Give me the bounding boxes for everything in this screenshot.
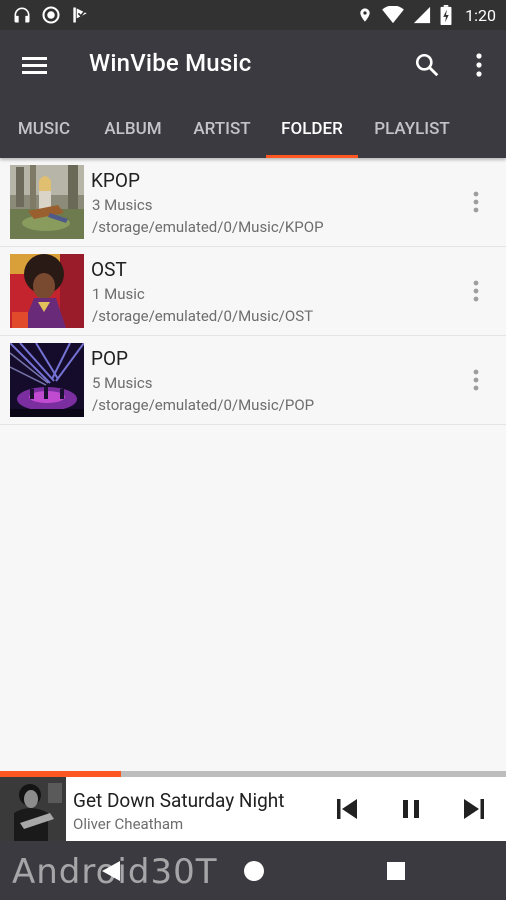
navigation-bar	[0, 841, 506, 900]
pause-icon[interactable]	[399, 797, 423, 825]
skip-next-icon[interactable]	[462, 797, 486, 825]
folder-path: /storage/emulated/0/Music/KPOP	[92, 218, 324, 236]
battery-charging-icon	[440, 5, 452, 25]
tab-label: FOLDER	[281, 119, 343, 139]
app-bar: WinVibe Music	[0, 30, 506, 100]
folder-count: 5 Musics	[92, 374, 153, 392]
home-icon[interactable]	[243, 860, 265, 886]
folder-thumbnail	[10, 254, 84, 328]
folder-row[interactable]: POP 5 Musics /storage/emulated/0/Music/P…	[0, 336, 506, 425]
folder-count: 3 Musics	[92, 196, 153, 214]
tab-artist[interactable]: ARTIST	[178, 100, 266, 158]
more-vert-icon[interactable]	[468, 190, 484, 214]
status-bar-right: 1:20	[357, 5, 496, 25]
skip-previous-icon[interactable]	[335, 797, 359, 825]
folder-name: OST	[91, 258, 127, 281]
folder-thumbnail	[10, 343, 84, 417]
menu-icon[interactable]	[22, 53, 47, 77]
folder-count: 1 Music	[92, 285, 145, 303]
tab-music[interactable]: MUSIC	[0, 100, 88, 158]
app-title: WinVibe Music	[89, 49, 252, 77]
headphones-icon	[12, 5, 32, 25]
now-playing-artist: Oliver Cheatham	[73, 815, 184, 833]
tab-album[interactable]: ALBUM	[88, 100, 178, 158]
tab-label: ALBUM	[104, 119, 162, 139]
search-icon[interactable]	[414, 52, 440, 82]
folder-name: POP	[91, 347, 129, 370]
folder-path: /storage/emulated/0/Music/OST	[92, 307, 314, 325]
back-icon[interactable]	[100, 859, 122, 887]
status-bar: 1:20	[0, 0, 506, 30]
wifi-icon	[382, 6, 404, 24]
tab-folder[interactable]: FOLDER	[266, 100, 358, 158]
recents-icon[interactable]	[386, 861, 406, 885]
folder-row[interactable]: OST 1 Music /storage/emulated/0/Music/OS…	[0, 247, 506, 336]
status-time: 1:20	[465, 5, 496, 25]
location-icon	[357, 5, 373, 25]
folder-name: KPOP	[91, 169, 140, 192]
more-vert-icon[interactable]	[468, 279, 484, 303]
tab-playlist[interactable]: PLAYLIST	[358, 100, 466, 158]
folder-list: KPOP 3 Musics /storage/emulated/0/Music/…	[0, 158, 506, 425]
folder-path: /storage/emulated/0/Music/POP	[92, 396, 315, 414]
tab-label: PLAYLIST	[374, 119, 450, 139]
cell-signal-icon	[413, 6, 431, 24]
tab-label: ARTIST	[193, 119, 251, 139]
more-vert-icon[interactable]	[468, 368, 484, 392]
now-playing-artwork	[0, 777, 66, 841]
now-playing-title: Get Down Saturday Night	[73, 789, 285, 812]
circle-notification-icon	[41, 5, 61, 25]
folder-row[interactable]: KPOP 3 Musics /storage/emulated/0/Music/…	[0, 158, 506, 247]
tab-label: MUSIC	[17, 119, 71, 139]
more-vert-icon[interactable]	[470, 52, 488, 82]
mini-player[interactable]: Get Down Saturday Night Oliver Cheatham	[0, 777, 506, 841]
tab-bar: MUSIC ALBUM ARTIST FOLDER PLAYLIST	[0, 100, 506, 158]
folder-thumbnail	[10, 165, 84, 239]
status-bar-left	[12, 5, 90, 25]
check-flag-icon	[70, 5, 90, 25]
